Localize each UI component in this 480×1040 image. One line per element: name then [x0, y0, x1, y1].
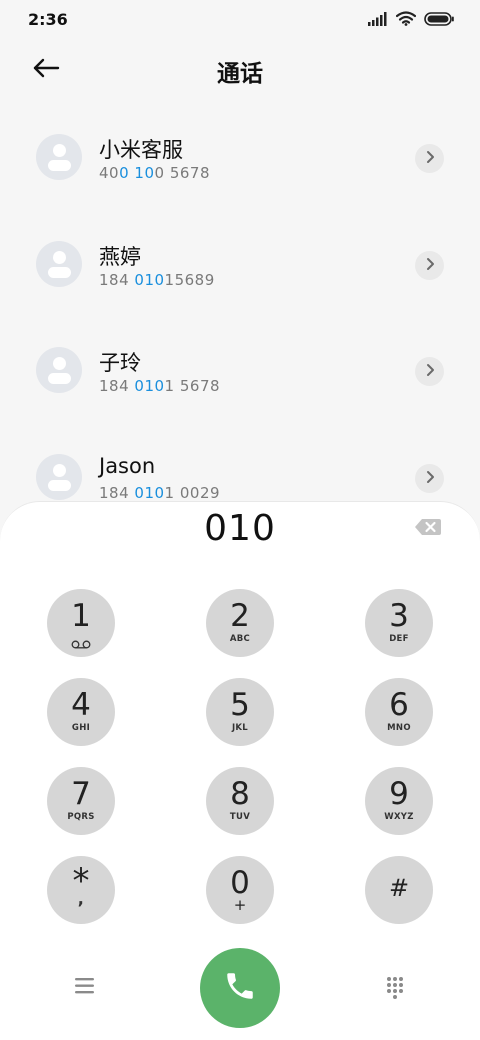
- menu-button[interactable]: [70, 974, 100, 998]
- key-letters: WXYZ: [384, 812, 414, 822]
- key-6[interactable]: 6 MNO: [365, 678, 433, 746]
- key-digit: 3: [389, 598, 409, 634]
- phone-icon: [223, 969, 257, 1007]
- bottom-bar: [0, 946, 480, 1028]
- dialpad-icon: [382, 977, 408, 1006]
- contact-row[interactable]: 子玲 184 0101 5678: [0, 317, 480, 424]
- key-digit: 1: [71, 598, 91, 634]
- key-digit: 4: [71, 687, 91, 723]
- contact-name: Jason: [99, 453, 156, 478]
- key-digit: 0: [230, 865, 250, 901]
- key-digit: 2: [230, 598, 250, 634]
- key-9[interactable]: 9 WXYZ: [365, 767, 433, 835]
- key-letters: DEF: [389, 634, 409, 644]
- key-digit: #: [388, 874, 410, 902]
- key-star[interactable]: * ,: [47, 856, 115, 924]
- status-bar: 2:36: [0, 0, 480, 40]
- contact-row[interactable]: 小米客服 400 100 5678: [0, 104, 480, 211]
- dialed-number-input[interactable]: 010: [0, 508, 480, 549]
- contact-number: 184 0101 0029: [99, 483, 221, 502]
- key-digit: 6: [389, 687, 409, 723]
- page-title: 通话: [217, 61, 263, 87]
- key-2[interactable]: 2 ABC: [206, 589, 274, 657]
- contact-detail-button[interactable]: [415, 144, 444, 173]
- battery-icon: [424, 11, 454, 30]
- avatar: [36, 347, 82, 393]
- contact-name: 燕婷: [99, 244, 141, 269]
- contact-number: 184 0101 5678: [99, 377, 221, 395]
- key-hash[interactable]: #: [365, 856, 433, 924]
- chevron-right-icon: [425, 256, 435, 275]
- wifi-icon: [395, 11, 417, 30]
- menu-icon: [70, 978, 100, 1002]
- status-time: 2:36: [28, 10, 68, 29]
- header: 通话: [0, 44, 480, 96]
- key-letters: PQRS: [67, 812, 95, 822]
- contact-list: 小米客服 400 100 5678 燕婷 184 01015689 子玲 184…: [0, 104, 480, 530]
- contact-name: 子玲: [99, 351, 141, 375]
- dialer-panel: 010 1 2 ABC 3 DEF 4 GHI 5 JKL 6 MNO 7 PQ…: [0, 501, 480, 1040]
- key-digit: 5: [230, 687, 250, 723]
- backspace-button[interactable]: [414, 518, 442, 540]
- key-sub: +: [233, 896, 247, 914]
- contact-detail-button[interactable]: [415, 357, 444, 386]
- contact-number: 184 01015689: [99, 270, 215, 289]
- key-letters: TUV: [229, 812, 251, 822]
- contact-detail-button[interactable]: [415, 463, 444, 493]
- key-letters: JKL: [231, 723, 249, 733]
- contact-row[interactable]: 燕婷 184 01015689: [0, 211, 480, 318]
- status-icons: [368, 11, 454, 30]
- chevron-right-icon: [425, 362, 435, 381]
- call-button[interactable]: [200, 948, 280, 1028]
- voicemail-icon: [71, 634, 91, 649]
- key-7[interactable]: 7 PQRS: [47, 767, 115, 835]
- key-digit: 8: [230, 776, 250, 812]
- avatar: [36, 453, 82, 500]
- chevron-right-icon: [425, 149, 435, 168]
- key-1[interactable]: 1: [47, 589, 115, 657]
- key-0[interactable]: 0 +: [206, 856, 274, 924]
- key-letters: GHI: [71, 723, 91, 733]
- avatar: [36, 240, 82, 287]
- key-4[interactable]: 4 GHI: [47, 678, 115, 746]
- key-letters: ABC: [229, 634, 251, 644]
- chevron-right-icon: [425, 469, 435, 488]
- key-sub: ,: [77, 889, 85, 908]
- key-letters: MNO: [387, 723, 411, 733]
- key-5[interactable]: 5 JKL: [206, 678, 274, 746]
- contact-number: 400 100 5678: [99, 164, 211, 182]
- key-digit: 7: [71, 776, 91, 812]
- backspace-icon: [414, 518, 442, 540]
- key-8[interactable]: 8 TUV: [206, 767, 274, 835]
- avatar: [36, 134, 82, 180]
- signal-icon: [368, 11, 388, 30]
- contact-name: 小米客服: [99, 138, 183, 162]
- keypad-toggle-button[interactable]: [382, 974, 408, 1002]
- key-3[interactable]: 3 DEF: [365, 589, 433, 657]
- contact-detail-button[interactable]: [415, 250, 444, 280]
- key-digit: 9: [389, 776, 409, 812]
